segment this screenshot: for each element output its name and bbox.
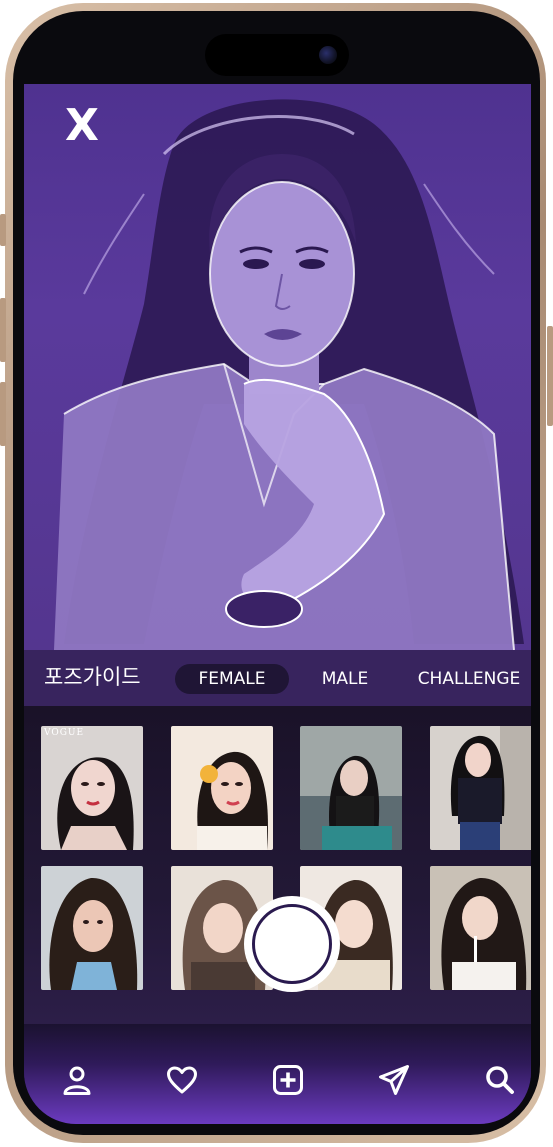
send-icon xyxy=(379,1065,409,1095)
pose-thumbnail[interactable] xyxy=(41,866,143,990)
side-button-volume-up xyxy=(0,298,6,362)
pose-thumbnail[interactable] xyxy=(300,726,402,850)
pose-thumbnail[interactable] xyxy=(430,866,531,990)
side-button-mute xyxy=(0,214,6,246)
pose-thumbnail[interactable] xyxy=(430,726,531,850)
camera-preview: X xyxy=(24,84,531,650)
close-button[interactable]: X xyxy=(62,102,102,150)
add-square-icon xyxy=(273,1065,303,1095)
side-button-power xyxy=(547,326,553,426)
front-camera-icon xyxy=(319,46,337,64)
tab-challenge[interactable]: CHALLENGE xyxy=(408,664,530,694)
heart-icon xyxy=(167,1066,197,1094)
nav-favorites[interactable] xyxy=(164,1062,200,1098)
pose-thumbnail[interactable] xyxy=(171,726,273,850)
shutter-inner-ring xyxy=(252,904,332,984)
profile-icon xyxy=(63,1066,91,1095)
tab-male[interactable]: MALE xyxy=(310,664,380,694)
nav-share[interactable] xyxy=(376,1062,412,1098)
nav-create[interactable] xyxy=(270,1062,306,1098)
pose-guide-title: 포즈가이드 xyxy=(44,665,141,689)
tab-female[interactable]: FEMALE xyxy=(175,664,289,694)
nav-search[interactable] xyxy=(482,1062,518,1098)
bottom-navigation xyxy=(24,1024,531,1124)
pose-category-bar: 포즈가이드 FEMALE MALE CHALLENGE xyxy=(24,650,531,706)
pose-thumbnail[interactable]: VOGUE xyxy=(41,726,143,850)
vogue-label: VOGUE xyxy=(44,728,85,738)
nav-profile[interactable] xyxy=(59,1062,95,1098)
side-button-volume-down xyxy=(0,382,6,446)
pose-guide-figure xyxy=(54,99,524,650)
shutter-button[interactable] xyxy=(244,896,340,992)
search-icon xyxy=(486,1066,514,1094)
dynamic-island xyxy=(205,34,349,76)
app-screen: X 포즈가이드 FEMALE MALE CHALLENGE VOGUE xyxy=(24,84,531,1124)
